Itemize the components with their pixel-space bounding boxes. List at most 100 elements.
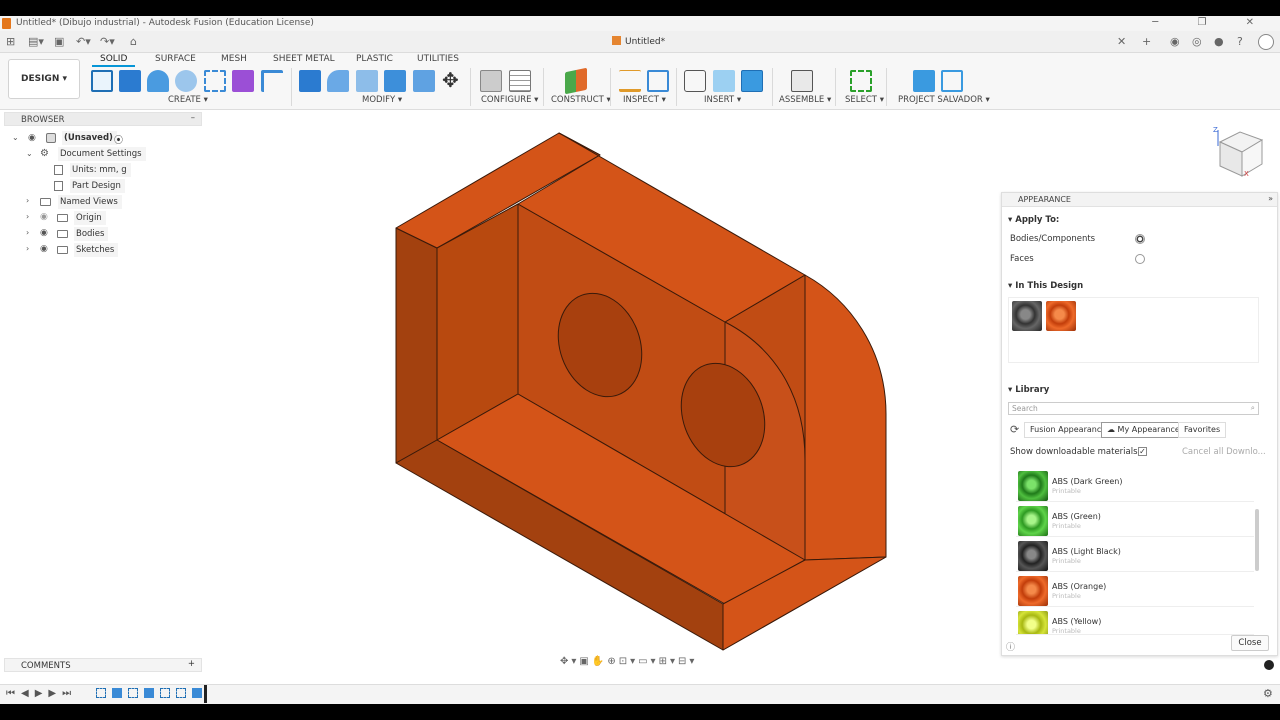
group-configure[interactable]: CONFIGURE ▾: [481, 95, 538, 105]
press-pull-icon[interactable]: [299, 70, 321, 92]
extensions-icon[interactable]: ◎: [1192, 35, 1202, 48]
tab-sheet-metal[interactable]: SHEET METAL: [273, 54, 335, 64]
workspace-switcher[interactable]: DESIGN ▾: [8, 59, 80, 99]
revolve-icon[interactable]: [147, 70, 169, 92]
group-assemble[interactable]: ASSEMBLE ▾: [779, 95, 831, 105]
list-item[interactable]: ABS (Light Black) Printable: [1016, 539, 1254, 572]
eye-hidden-icon[interactable]: ◉: [40, 212, 48, 222]
info-icon[interactable]: ⓘ: [1006, 640, 1015, 653]
salvador-edit-icon[interactable]: [941, 70, 963, 92]
timeline-extrude-icon[interactable]: [112, 688, 122, 698]
in-this-design-section[interactable]: ▾ In This Design: [1008, 281, 1083, 291]
save-icon[interactable]: ▣: [54, 35, 64, 48]
create-form-icon[interactable]: [232, 70, 254, 92]
zoom-icon[interactable]: ⊕: [607, 656, 618, 667]
orbit-icon[interactable]: ✥▾: [560, 656, 579, 667]
eye-icon[interactable]: ◉: [40, 244, 48, 254]
chevron-right-icon[interactable]: ›: [26, 244, 29, 253]
group-modify[interactable]: MODIFY ▾: [362, 95, 402, 105]
tab-surface[interactable]: SURFACE: [155, 54, 196, 64]
file-menu-icon[interactable]: ▤▾: [28, 35, 44, 48]
derive-icon[interactable]: [261, 70, 283, 92]
fit-icon[interactable]: ⊡▾: [619, 656, 638, 667]
grid-icon[interactable]: ⊞▾: [659, 656, 678, 667]
tab-solid[interactable]: SOLID: [91, 54, 136, 67]
close-button[interactable]: Close: [1231, 635, 1269, 651]
undo-icon[interactable]: ↶▾: [76, 35, 91, 48]
display-settings-icon[interactable]: ▭▾: [638, 656, 658, 667]
fillet-icon[interactable]: [327, 70, 349, 92]
group-project-salvador[interactable]: PROJECT SALVADOR ▾: [898, 95, 990, 105]
timeline-marker[interactable]: [204, 685, 207, 703]
offset-plane-icon[interactable]: [565, 67, 587, 95]
browser-origin[interactable]: Origin: [74, 211, 106, 225]
tab-my-appearances[interactable]: ☁ My Appearances: [1101, 422, 1190, 438]
data-panel-grid-icon[interactable]: ⊞: [6, 35, 15, 48]
measure-icon[interactable]: [619, 70, 641, 92]
eye-icon[interactable]: ◉: [28, 133, 36, 143]
list-item[interactable]: ABS (Yellow) Printable: [1016, 609, 1254, 635]
redo-icon[interactable]: ↷▾: [100, 35, 115, 48]
activate-radio-icon[interactable]: ⦿: [114, 133, 123, 146]
navigation-bar[interactable]: ✥▾▣✋⊕⊡▾▭▾⊞▾⊟▾: [560, 656, 697, 667]
extrude-icon[interactable]: [119, 70, 141, 92]
avatar[interactable]: [1258, 34, 1274, 50]
new-component-icon[interactable]: [791, 70, 813, 92]
refresh-icon[interactable]: ⟳: [1010, 423, 1019, 436]
create-sketch-icon[interactable]: [91, 70, 113, 92]
insert-canvas-icon[interactable]: [741, 70, 763, 92]
tab-plastic[interactable]: PLASTIC: [356, 54, 393, 64]
group-inspect[interactable]: INSPECT ▾: [623, 95, 666, 105]
pattern-icon[interactable]: [204, 70, 226, 92]
timeline-sketch-icon[interactable]: [160, 688, 170, 698]
combine-icon[interactable]: [384, 70, 406, 92]
faces-radio[interactable]: [1135, 254, 1145, 264]
add-comment-icon[interactable]: +: [188, 659, 195, 669]
select-icon[interactable]: [850, 70, 872, 92]
browser-sketches[interactable]: Sketches: [74, 243, 119, 257]
timeline-extrude-icon[interactable]: [144, 688, 154, 698]
tab-utilities[interactable]: UTILITIES: [417, 54, 459, 64]
chevron-right-icon[interactable]: ›: [26, 228, 29, 237]
notifications-icon[interactable]: ●: [1214, 35, 1224, 48]
eye-icon[interactable]: ◉: [40, 228, 48, 238]
search-input[interactable]: Search ⌕: [1008, 402, 1259, 415]
chevron-down-icon[interactable]: ⌄: [26, 149, 33, 158]
home-icon[interactable]: ⌂: [130, 35, 137, 48]
group-construct[interactable]: CONSTRUCT ▾: [551, 95, 611, 105]
timeline-settings-gear-icon[interactable]: ⚙: [1263, 687, 1273, 700]
text-commands-icon[interactable]: [1264, 660, 1274, 670]
section-analysis-icon[interactable]: [647, 70, 669, 92]
insert-derive-icon[interactable]: [684, 70, 706, 92]
cancel-downloads-link[interactable]: Cancel all Downlo...: [1182, 447, 1266, 457]
browser-header[interactable]: BROWSER –: [4, 112, 202, 126]
appearance-swatch-orange[interactable]: [1046, 301, 1076, 331]
comments-panel[interactable]: COMMENTS +: [4, 658, 202, 672]
apply-to-section[interactable]: ▾ Apply To:: [1008, 215, 1059, 225]
timeline-sketch-icon[interactable]: [176, 688, 186, 698]
browser-document-settings[interactable]: Document Settings: [58, 147, 146, 161]
timeline-sketch-icon[interactable]: [96, 688, 106, 698]
browser-named-views[interactable]: Named Views: [58, 195, 122, 209]
new-tab-icon[interactable]: +: [1142, 35, 1151, 48]
close-tab-icon[interactable]: ✕: [1117, 35, 1126, 48]
show-downloadable-checkbox[interactable]: ✓: [1138, 447, 1147, 456]
chevron-down-icon[interactable]: ⌄: [12, 133, 19, 142]
browser-units[interactable]: Units: mm, g: [70, 163, 131, 177]
tab-favorites[interactable]: Favorites: [1178, 422, 1227, 438]
split-body-icon[interactable]: [413, 70, 435, 92]
chevron-right-icon[interactable]: ›: [26, 212, 29, 221]
tab-mesh[interactable]: MESH: [221, 54, 247, 64]
move-copy-icon[interactable]: ✥: [442, 68, 459, 92]
viewports-icon[interactable]: ⊟▾: [678, 656, 697, 667]
shell-icon[interactable]: [356, 70, 378, 92]
hole-icon[interactable]: [175, 70, 197, 92]
list-scrollbar[interactable]: [1255, 509, 1259, 571]
timeline-playback-controls[interactable]: ⏮◀▶▶⏭: [6, 688, 77, 699]
group-insert[interactable]: INSERT ▾: [704, 95, 741, 105]
document-tab[interactable]: Untitled*: [612, 36, 665, 47]
window-controls[interactable]: ─ ❐ ✕: [1152, 17, 1272, 28]
group-create[interactable]: CREATE ▾: [168, 95, 208, 105]
expand-icon[interactable]: »: [1268, 194, 1273, 203]
timeline-sketch-icon[interactable]: [128, 688, 138, 698]
